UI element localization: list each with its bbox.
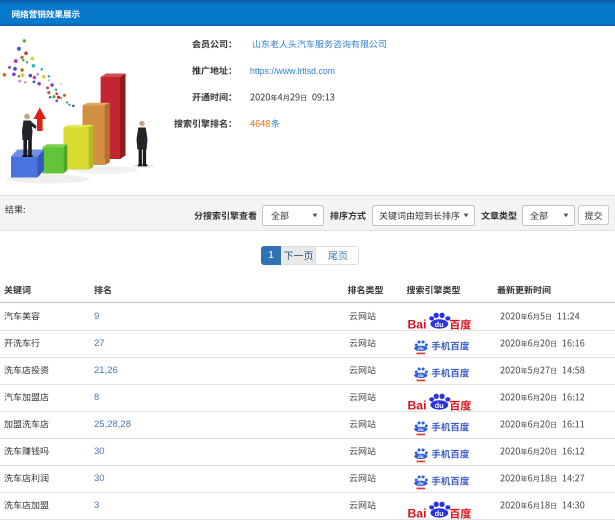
svg-text:du: du xyxy=(418,346,424,351)
svg-text:du: du xyxy=(418,373,424,378)
svg-text:du: du xyxy=(435,320,445,329)
svg-text:du: du xyxy=(435,509,445,518)
svg-text:du: du xyxy=(435,401,445,410)
svg-text:du: du xyxy=(418,454,424,459)
svg-text:du: du xyxy=(418,427,424,432)
svg-text:du: du xyxy=(418,481,424,486)
